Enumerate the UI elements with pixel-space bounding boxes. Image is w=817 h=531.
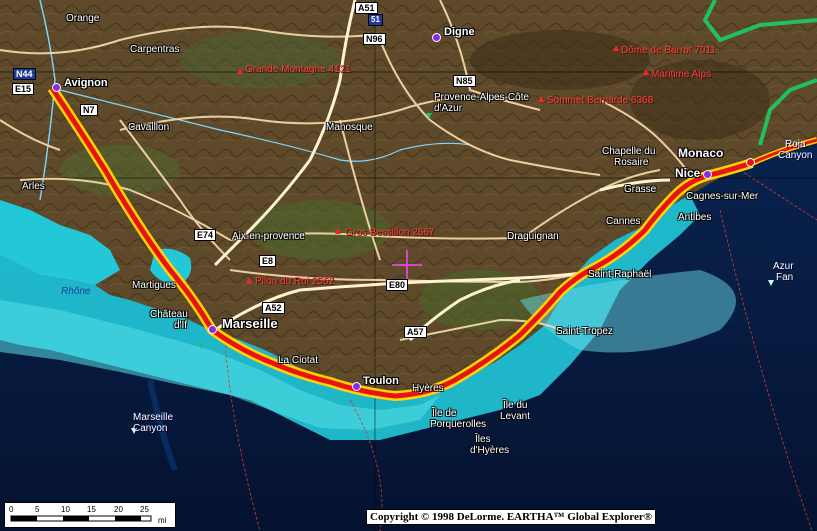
label-marseille[interactable]: Marseille [222, 317, 278, 330]
highway-shield-e15[interactable]: E15 [12, 83, 35, 95]
label-manosque[interactable]: Manosque [326, 122, 373, 133]
label-region-line1[interactable]: Provence-Alpes-Côte [434, 92, 529, 103]
label-carpentras[interactable]: Carpentras [130, 44, 179, 55]
label-grasse[interactable]: Grasse [624, 184, 656, 195]
label-cannes[interactable]: Cannes [606, 216, 640, 227]
highway-shield-n85[interactable]: N85 [453, 75, 476, 87]
peak-icon [237, 68, 243, 74]
cursor-crosshair[interactable] [392, 250, 422, 280]
label-cavaillon[interactable]: Cavaillon [128, 122, 169, 133]
peak-icon [246, 277, 252, 283]
label-azur-fan-line1[interactable]: Azur [773, 261, 794, 272]
highway-shield-a51[interactable]: A51 [355, 2, 378, 14]
label-peak-gros-bessillon[interactable]: Gros Bessillon 2667 [345, 227, 435, 238]
landmark-icon [198, 343, 204, 349]
label-roia-line1[interactable]: Roia [785, 139, 806, 150]
label-chapelle-line1[interactable]: Chapelle du [602, 146, 655, 157]
scale-tick-label: 20 [114, 505, 123, 514]
scale-tick-label: 15 [87, 505, 96, 514]
label-la-ciotat[interactable]: La Ciotat [278, 355, 318, 366]
highway-shield-n96[interactable]: N96 [363, 33, 386, 45]
highway-shield-e80[interactable]: E80 [386, 279, 409, 291]
label-porquerolles-line2[interactable]: Porquerolles [430, 419, 486, 430]
highway-shield-n44[interactable]: N44 [13, 68, 36, 80]
label-saint-raphael[interactable]: Saint-Raphaël [588, 269, 651, 280]
label-monaco[interactable]: Monaco [678, 147, 723, 159]
forest-patch [180, 32, 340, 88]
peak-icon [643, 69, 649, 75]
label-digne[interactable]: Digne [444, 27, 475, 38]
label-draguignan[interactable]: Draguignan [507, 231, 559, 242]
label-aix[interactable]: Aix-en-provence [232, 231, 305, 242]
city-marker-monaco[interactable] [746, 158, 755, 167]
scale-tick-label: 5 [35, 505, 40, 514]
label-peak-maritime-alps[interactable]: Maritime Alps [651, 69, 711, 80]
label-toulon[interactable]: Toulon [363, 376, 399, 387]
scale-unit: mi [158, 516, 167, 525]
label-hyeres[interactable]: Hyères [412, 383, 444, 394]
label-peak-dome-barrot[interactable]: Dôme de Barrot 7011 [621, 45, 716, 56]
label-arles[interactable]: Arles [22, 181, 45, 192]
label-peak-pilon-du-roi[interactable]: Pilon du Roi 2562 [255, 276, 334, 287]
scale-tick-label: 25 [140, 505, 149, 514]
highway-shield-blue[interactable]: 51 [368, 14, 383, 26]
label-porquerolles-line1[interactable]: Île de [432, 408, 456, 419]
label-marseille-canyon-line1[interactable]: Marseille [133, 412, 173, 423]
landmark-icon [426, 113, 432, 119]
mountain-patch [470, 30, 650, 90]
scale-bar: 0 5 10 15 20 25 mi [4, 502, 176, 528]
label-martigues[interactable]: Martigues [132, 280, 176, 291]
label-antibes[interactable]: Antibes [678, 212, 711, 223]
city-marker-avignon[interactable] [52, 83, 61, 92]
highway-shield-n7[interactable]: N7 [80, 104, 98, 116]
label-avignon[interactable]: Avignon [64, 78, 108, 89]
highway-shield-e8[interactable]: E8 [259, 255, 277, 267]
highway-shield-e74[interactable]: E74 [194, 229, 217, 241]
copyright-notice: Copyright © 1998 DeLorme. EARTHA™ Global… [366, 509, 656, 525]
city-marker-marseille[interactable] [208, 325, 217, 334]
seafloor-marker-icon [768, 280, 774, 286]
label-peak-grande-montagne[interactable]: Grande Montagne 4121 [245, 64, 351, 75]
label-roia-line2[interactable]: Canyon [778, 150, 812, 161]
label-marseille-canyon-line2[interactable]: Canyon [133, 423, 167, 434]
label-chapelle-line2[interactable]: Rosaire [614, 157, 648, 168]
scale-bar-graphic: 0 5 10 15 20 25 mi [9, 505, 167, 525]
label-chateau-line1[interactable]: Château [150, 309, 188, 320]
label-iles-hyeres-line1[interactable]: Îles [475, 434, 491, 445]
highway-shield-a52[interactable]: A52 [262, 302, 285, 314]
label-rhone[interactable]: Rhône [61, 286, 90, 297]
peak-icon [538, 96, 544, 102]
label-iles-hyeres-line2[interactable]: d'Hyères [470, 445, 509, 456]
label-region-line2[interactable]: d'Azur [434, 103, 462, 114]
city-marker-digne[interactable] [432, 33, 441, 42]
city-marker-toulon[interactable] [352, 382, 361, 391]
label-orange[interactable]: Orange [66, 13, 99, 24]
label-saint-tropez[interactable]: Saint-Tropez [556, 326, 613, 337]
label-chateau-line2[interactable]: d'If [174, 320, 187, 331]
label-azur-fan-line2[interactable]: Fan [776, 272, 793, 283]
label-levant-line1[interactable]: Île du [503, 400, 527, 411]
scale-tick-label: 0 [9, 505, 14, 514]
label-levant-line2[interactable]: Levant [500, 411, 530, 422]
label-nice[interactable]: Nice [675, 167, 700, 179]
city-marker-nice[interactable] [703, 170, 712, 179]
label-peak-sommet-bernarde[interactable]: Sommet Bernarde 6368 [547, 95, 653, 106]
peak-icon [613, 45, 619, 51]
scale-tick-label: 10 [61, 505, 70, 514]
peak-icon [335, 228, 341, 234]
highway-shield-a57[interactable]: A57 [404, 326, 427, 338]
map-canvas[interactable]: A51 51 N96 N44 E15 N7 N85 E74 E8 E80 A52… [0, 0, 817, 531]
label-cagnes-sur-mer[interactable]: Cagnes-sur-Mer [686, 191, 758, 202]
